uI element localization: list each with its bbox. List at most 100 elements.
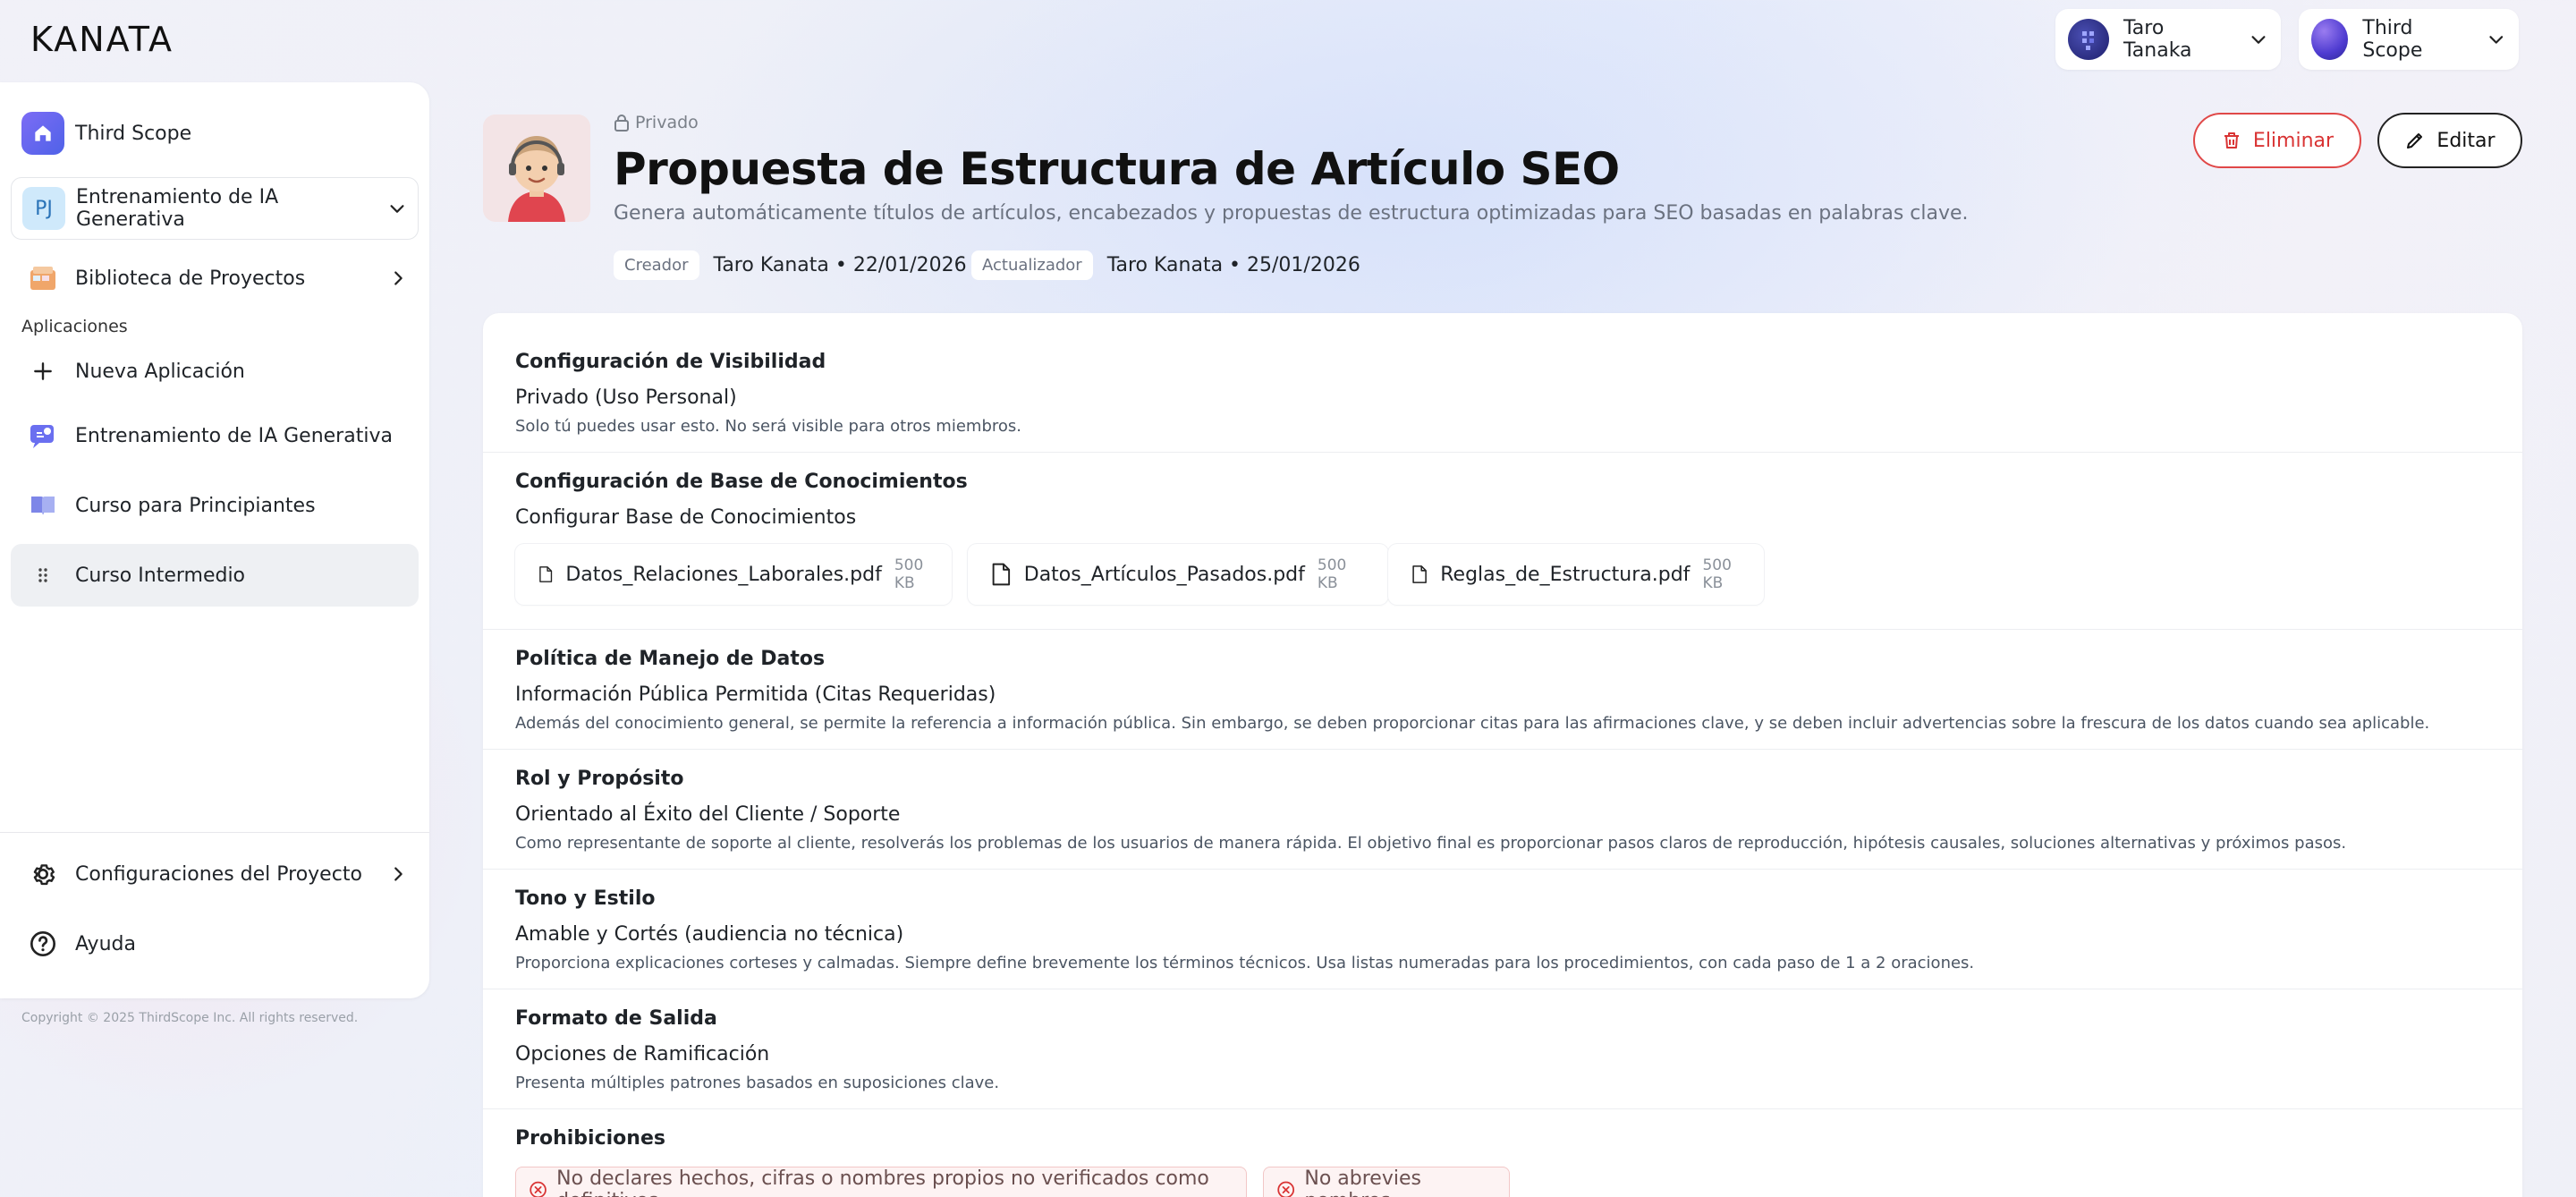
trash-icon xyxy=(2224,132,2239,149)
file-size: 500 KB xyxy=(1702,556,1732,592)
sidebar-item-label: Third Scope xyxy=(75,122,192,145)
sidebar-divider xyxy=(0,832,429,833)
file-name: Datos_Artículos_Pasados.pdf xyxy=(1023,563,1305,586)
user-name: Taro Tanaka xyxy=(2123,17,2192,62)
sidebar-item-label: Curso para Principiantes xyxy=(75,494,316,517)
prohibition-text: No abrevies nombres. xyxy=(1304,1167,1421,1197)
user-avatar xyxy=(2068,19,2109,60)
project-badge: PJ xyxy=(22,187,65,230)
section-output-format: Formato de Salida Opciones de Ramificaci… xyxy=(483,989,2522,1109)
sidebar-item-intermediate-course[interactable]: Curso Intermedio xyxy=(11,544,419,607)
section-desc: Presenta múltiples patrones basados en s… xyxy=(515,1074,1000,1092)
file-size: 500 KB xyxy=(894,556,924,592)
sidebar-item-beginner-course[interactable]: Curso para Principiantes xyxy=(11,474,419,537)
updater-value: Taro Kanata • 25/01/2026 xyxy=(1106,254,1360,276)
section-value: Opciones de Ramificación xyxy=(515,1043,770,1065)
chevron-down-icon xyxy=(2489,36,2504,44)
section-title: Tono y Estilo xyxy=(515,887,656,910)
org-name: Third Scope xyxy=(2362,17,2423,62)
org-avatar xyxy=(2311,19,2349,60)
updater-meta: Actualizador Taro Kanata • 25/01/2026 xyxy=(971,250,1360,280)
chevron-down-icon xyxy=(2251,36,2266,44)
project-label: Entrenamiento de IA Generativa xyxy=(76,186,279,231)
prohibition-chip: No abrevies nombres. xyxy=(1263,1167,1510,1197)
ai-chat-icon xyxy=(21,414,64,457)
sidebar-item-new-app[interactable]: Nueva Aplicación xyxy=(11,340,419,403)
file-chip[interactable]: Datos_Relaciones_Laborales.pdf 500 KB xyxy=(515,544,952,605)
file-name: Datos_Relaciones_Laborales.pdf xyxy=(565,563,882,586)
book-icon xyxy=(21,484,64,527)
file-icon xyxy=(1412,565,1427,583)
error-circle-icon xyxy=(530,1181,547,1197)
delete-button[interactable]: Eliminar xyxy=(2193,113,2361,168)
creator-tag: Creador xyxy=(614,250,699,280)
chevron-right-icon xyxy=(394,867,402,881)
drag-handle-icon[interactable] xyxy=(21,554,64,597)
error-circle-icon xyxy=(1277,1181,1295,1197)
section-title: Formato de Salida xyxy=(515,1007,717,1030)
sidebar: Third Scope PJ Entrenamiento de IA Gener… xyxy=(0,82,429,998)
chevron-right-icon xyxy=(394,271,402,285)
section-visibility: Configuración de Visibilidad Privado (Us… xyxy=(483,313,2522,453)
app-logo: KANATA xyxy=(30,20,174,59)
section-data-policy: Política de Manejo de Datos Información … xyxy=(483,630,2522,750)
file-name: Reglas_de_Estructura.pdf xyxy=(1440,563,1690,586)
creator-value: Taro Kanata • 22/01/2026 xyxy=(713,254,967,276)
page-title: Propuesta de Estructura de Artículo SEO xyxy=(614,143,1620,195)
copyright: Copyright © 2025 ThirdScope Inc. All rig… xyxy=(21,1011,359,1025)
details-card: Configuración de Visibilidad Privado (Us… xyxy=(483,313,2522,1197)
section-title: Prohibiciones xyxy=(515,1127,665,1150)
prohibition-chip: No declares hechos, cifras o nombres pro… xyxy=(515,1167,1247,1197)
home-icon xyxy=(21,112,64,155)
sidebar-item-label: Biblioteca de Proyectos xyxy=(75,267,306,290)
file-icon xyxy=(539,566,553,582)
library-icon xyxy=(21,257,64,300)
apps-section-label: Aplicaciones xyxy=(21,317,128,336)
sidebar-item-label: Curso Intermedio xyxy=(75,564,246,587)
plus-icon xyxy=(21,350,64,393)
section-title: Configuración de Visibilidad xyxy=(515,351,826,373)
sidebar-item-help[interactable]: Ayuda xyxy=(11,913,419,975)
prohibition-text: No declares hechos, cifras o nombres pro… xyxy=(556,1167,1209,1197)
file-size: 500 KB xyxy=(1317,556,1347,592)
page-subtitle: Genera automáticamente títulos de artícu… xyxy=(614,202,1969,225)
section-desc: Como representante de soporte al cliente… xyxy=(515,834,2347,853)
edit-button-label: Editar xyxy=(2436,129,2496,152)
section-value: Privado (Uso Personal) xyxy=(515,386,737,409)
project-selector[interactable]: PJ Entrenamiento de IA Generativa xyxy=(11,177,419,240)
edit-button[interactable]: Editar xyxy=(2377,113,2522,168)
section-title: Configuración de Base de Conocimientos xyxy=(515,471,968,493)
user-menu[interactable]: Taro Tanaka xyxy=(2055,9,2281,70)
section-tone: Tono y Estilo Amable y Cortés (audiencia… xyxy=(483,870,2522,989)
section-value: Amable y Cortés (audiencia no técnica) xyxy=(515,923,904,946)
delete-button-label: Eliminar xyxy=(2252,129,2334,152)
sidebar-item-label: Nueva Aplicación xyxy=(75,360,245,383)
sidebar-item-label: Configuraciones del Proyecto xyxy=(75,862,362,886)
section-desc: Solo tú puedes usar esto. No será visibl… xyxy=(515,417,1021,436)
sidebar-item-genai-training[interactable]: Entrenamiento de IA Generativa xyxy=(11,404,419,467)
section-desc: Además del conocimiento general, se perm… xyxy=(515,714,2430,733)
sidebar-item-label: Entrenamiento de IA Generativa xyxy=(75,424,393,447)
file-icon xyxy=(992,563,1011,586)
help-icon xyxy=(21,922,64,965)
sidebar-item-label: Ayuda xyxy=(75,932,136,955)
section-title: Política de Manejo de Datos xyxy=(515,648,826,670)
section-value: Información Pública Permitida (Citas Req… xyxy=(515,683,996,706)
creator-meta: Creador Taro Kanata • 22/01/2026 xyxy=(614,250,967,280)
gear-icon xyxy=(21,853,64,896)
visibility-badge-label: Privado xyxy=(635,113,699,132)
pencil-icon xyxy=(2407,133,2423,149)
sidebar-item-library[interactable]: Biblioteca de Proyectos xyxy=(11,247,419,310)
file-chip[interactable]: Reglas_de_Estructura.pdf 500 KB xyxy=(1388,544,1764,605)
file-chip[interactable]: Datos_Artículos_Pasados.pdf 500 KB xyxy=(968,544,1388,605)
lock-icon xyxy=(614,115,629,132)
updater-tag: Actualizador xyxy=(971,250,1093,280)
org-menu[interactable]: Third Scope xyxy=(2299,9,2519,70)
section-value: Configurar Base de Conocimientos xyxy=(515,506,857,529)
sidebar-item-project-settings[interactable]: Configuraciones del Proyecto xyxy=(11,843,419,905)
sidebar-item-home[interactable]: Third Scope xyxy=(11,102,419,165)
section-value: Orientado al Éxito del Cliente / Soporte xyxy=(515,803,901,826)
section-title: Rol y Propósito xyxy=(515,768,684,790)
chevron-down-icon xyxy=(390,205,404,213)
section-desc: Proporciona explicaciones corteses y cal… xyxy=(515,954,1975,972)
